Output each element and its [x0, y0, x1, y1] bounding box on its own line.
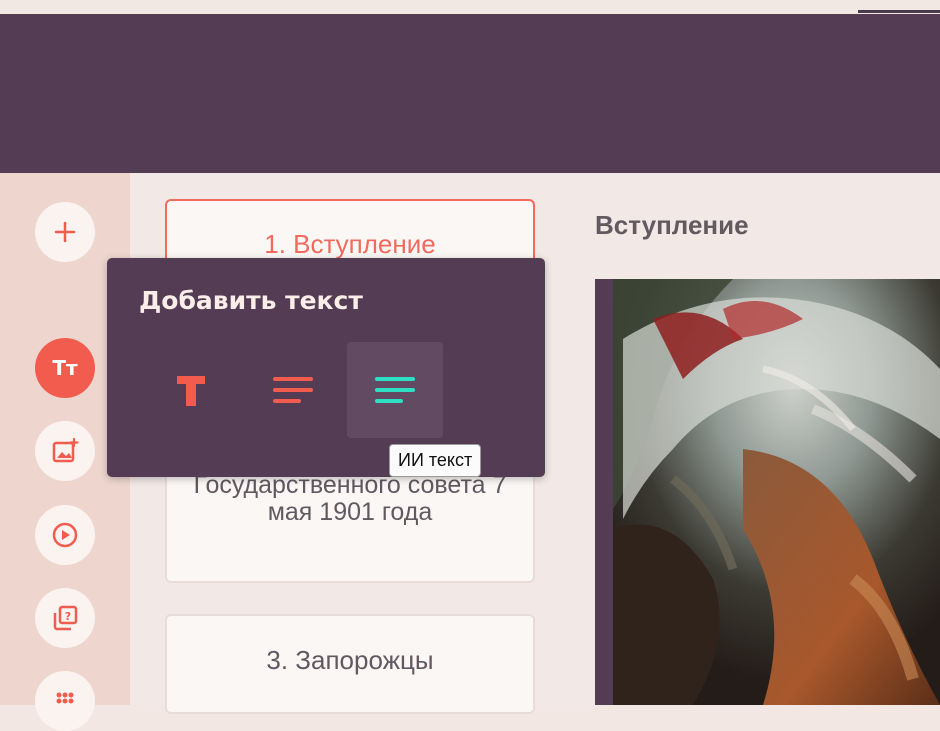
slide-card-1[interactable]: 1. Вступление: [165, 199, 535, 265]
grid-dots-icon: [56, 692, 74, 704]
top-strip: [0, 0, 940, 14]
slide-card-label: 3. Запорожцы: [266, 645, 434, 675]
heading-tool-button[interactable]: [143, 342, 239, 438]
popup-title: Добавить текст: [139, 286, 363, 315]
painting: [613, 279, 940, 705]
active-tab-indicator: [858, 10, 940, 13]
plus-icon: [54, 221, 76, 243]
ai-text-tooltip: ИИ текст: [389, 444, 482, 477]
add-image-button[interactable]: [35, 421, 95, 481]
add-button[interactable]: [35, 202, 95, 262]
slide-card-label: Государственного совета 7 мая 1901 года: [193, 471, 507, 526]
text-tool-button[interactable]: Тт: [35, 338, 95, 398]
slide-card-label: 1. Вступление: [264, 229, 436, 259]
text-icon: Тт: [52, 356, 78, 380]
ai-text-tool-button[interactable]: [347, 342, 443, 438]
slide-artwork-image[interactable]: [613, 279, 940, 705]
play-icon: [52, 522, 78, 548]
svg-text:?: ?: [65, 610, 71, 623]
question-cards-icon: ?: [53, 605, 78, 631]
app-header: [0, 14, 940, 173]
video-button[interactable]: [35, 505, 95, 565]
paragraph-tool-button[interactable]: [245, 342, 341, 438]
more-button[interactable]: [35, 671, 95, 731]
paragraph-lines-icon: [273, 377, 313, 403]
slide-title[interactable]: Вступление: [595, 210, 749, 241]
add-image-icon: [52, 437, 79, 463]
heading-t-icon: [177, 376, 205, 406]
slide-card-3[interactable]: 3. Запорожцы: [165, 614, 535, 714]
ai-lines-icon: [375, 377, 415, 403]
quiz-button[interactable]: ?: [35, 588, 95, 648]
